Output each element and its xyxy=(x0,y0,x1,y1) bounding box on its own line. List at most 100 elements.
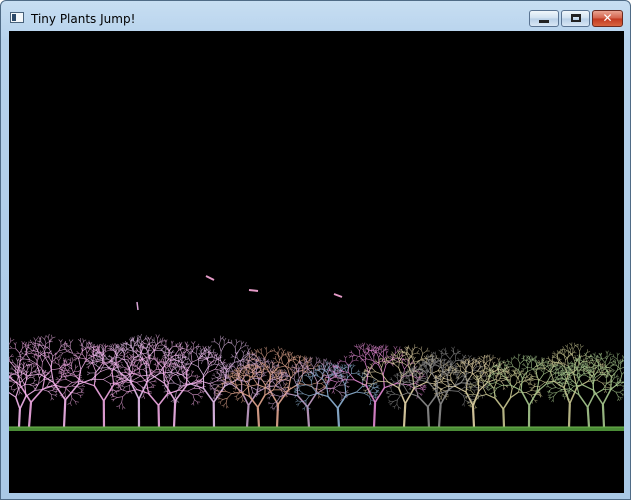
tree-branch xyxy=(259,357,262,360)
game-canvas[interactable] xyxy=(9,31,624,493)
tree-branch xyxy=(319,387,323,390)
tree-branch xyxy=(213,375,217,378)
tree-branch xyxy=(592,353,595,356)
tree-branch xyxy=(571,360,573,364)
tree-branch xyxy=(515,357,519,360)
tree-branch xyxy=(189,346,193,350)
tree-branch xyxy=(526,360,530,363)
tree-branch xyxy=(331,390,334,394)
tree-branch xyxy=(368,343,371,347)
tree-branch xyxy=(15,348,20,354)
tree-branch xyxy=(171,353,173,357)
tree-branch xyxy=(175,400,178,404)
tree-branch xyxy=(355,359,359,362)
tree-branch xyxy=(348,355,352,359)
tree-branch xyxy=(474,406,476,410)
tree-branch xyxy=(209,387,213,390)
tree-branch xyxy=(139,369,141,376)
tree-branch xyxy=(269,395,272,398)
tree-branch xyxy=(237,361,240,364)
tree-branch xyxy=(160,361,164,365)
tree-branch xyxy=(298,380,303,382)
tree-branch xyxy=(298,365,302,369)
tree-branch xyxy=(324,380,328,382)
tree-branch xyxy=(32,375,35,378)
tree-branch xyxy=(440,351,443,357)
minimize-button[interactable] xyxy=(529,10,559,27)
title-bar[interactable]: Tiny Plants Jump! ✕ xyxy=(1,1,630,31)
tree-branch xyxy=(486,355,489,358)
tree-branch xyxy=(569,381,573,385)
tree-branch xyxy=(196,353,199,360)
tree-branch xyxy=(33,383,37,385)
tree-branch xyxy=(19,353,23,355)
tree-branch xyxy=(236,393,240,397)
tree-branch xyxy=(28,347,33,351)
app-window: Tiny Plants Jump! ✕ xyxy=(0,0,631,500)
tree-branch xyxy=(414,346,418,349)
tree-branch xyxy=(194,374,197,377)
tree-branch xyxy=(585,355,588,359)
tree-branch xyxy=(234,342,238,348)
tree-branch xyxy=(447,365,450,368)
tree-branch xyxy=(439,395,442,398)
tree-branch xyxy=(37,340,41,343)
tree-branch xyxy=(259,386,262,390)
tree-branch xyxy=(605,350,608,354)
tree-branch xyxy=(163,391,167,393)
tree-branch xyxy=(422,350,427,354)
tree-branch xyxy=(616,352,618,356)
tree-branch xyxy=(272,357,276,359)
tree-branch xyxy=(143,395,146,400)
tree-branch xyxy=(157,344,160,349)
tree-branch xyxy=(34,357,37,361)
tree-branch xyxy=(563,396,566,400)
tree-branch xyxy=(623,356,624,358)
tree-branch xyxy=(544,362,548,364)
tree-branch xyxy=(416,350,420,354)
tree-branch xyxy=(241,350,244,353)
tree-branch xyxy=(13,342,16,346)
tree-branch xyxy=(277,361,283,364)
tree-branch xyxy=(86,362,91,365)
tree-branch xyxy=(61,364,65,367)
tree-branch xyxy=(293,373,296,379)
tree-branch xyxy=(502,387,505,391)
tree-branch xyxy=(538,360,541,363)
tree-branch xyxy=(520,378,523,391)
tree-branch xyxy=(282,380,285,384)
tree-branch xyxy=(573,350,576,353)
maximize-button[interactable] xyxy=(561,10,590,27)
tree-branch xyxy=(118,345,121,348)
tree-branch xyxy=(172,400,177,428)
tree-branch xyxy=(174,384,188,402)
close-icon: ✕ xyxy=(602,11,613,25)
tree-branch xyxy=(121,363,124,368)
tree-branch xyxy=(449,353,454,360)
app-window-icon[interactable] xyxy=(10,12,24,23)
tree-branch xyxy=(55,378,59,380)
tree-branch xyxy=(213,355,216,361)
tree-branch xyxy=(563,387,571,404)
tree-branch xyxy=(452,346,455,350)
tree-branch xyxy=(70,360,72,365)
tree-branch xyxy=(257,392,261,395)
tree-branch xyxy=(222,337,225,341)
tree-branch xyxy=(454,363,457,366)
tree-branch xyxy=(113,390,117,395)
tree-branch xyxy=(522,372,525,375)
tree-branch xyxy=(540,367,543,369)
tree-branch xyxy=(223,342,229,346)
close-button[interactable]: ✕ xyxy=(592,10,623,27)
tree-branch xyxy=(59,352,63,354)
tree-branch xyxy=(326,386,329,397)
tree-branch xyxy=(513,355,516,358)
tree-branch xyxy=(277,359,280,368)
tree-branch xyxy=(621,371,624,375)
tree-branch xyxy=(388,357,393,360)
tree-branch xyxy=(304,405,307,409)
tree-branch xyxy=(318,395,320,399)
tree-branch xyxy=(51,368,60,371)
tree-branch xyxy=(492,387,497,389)
tree-branch xyxy=(16,377,19,383)
